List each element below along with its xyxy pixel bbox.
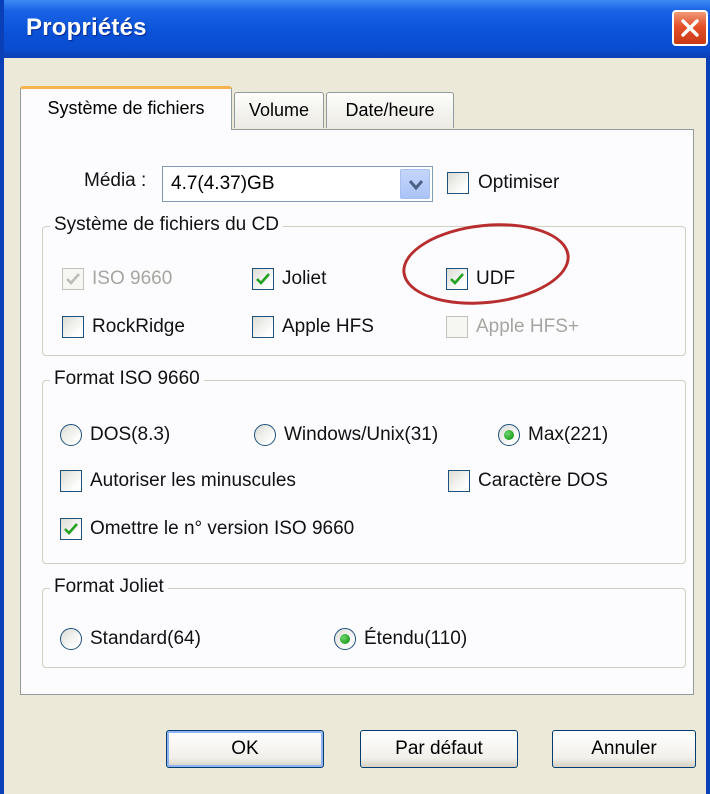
joliet-checkbox[interactable] bbox=[252, 268, 274, 290]
check-icon bbox=[66, 273, 80, 285]
iso9660-label: ISO 9660 bbox=[92, 268, 173, 289]
windows-unix-label: Windows/Unix(31) bbox=[284, 424, 439, 445]
cd-filesystem-title: Système de fichiers du CD bbox=[50, 214, 283, 236]
rockridge-label: RockRidge bbox=[92, 316, 185, 337]
omit-version-checkbox[interactable] bbox=[60, 518, 82, 540]
apple-hfs-label: Apple HFS bbox=[282, 316, 374, 337]
omit-version-label: Omettre le n° version ISO 9660 bbox=[90, 518, 355, 539]
close-icon bbox=[681, 19, 699, 37]
cancel-button[interactable]: Annuler bbox=[552, 730, 696, 768]
dos-chars-checkbox[interactable] bbox=[448, 470, 470, 492]
window-title: Propriétés bbox=[26, 14, 147, 41]
chevron-down-icon bbox=[408, 180, 424, 191]
media-label: Média : bbox=[84, 170, 147, 191]
windows-unix-radio[interactable] bbox=[254, 424, 276, 446]
allow-lowercase-label: Autoriser les minuscules bbox=[90, 470, 296, 491]
dropdown-button[interactable] bbox=[400, 169, 430, 199]
radio-selected-dot bbox=[504, 430, 514, 440]
close-button[interactable] bbox=[672, 10, 708, 46]
default-button[interactable]: Par défaut bbox=[360, 730, 518, 768]
joliet-standard-label: Standard(64) bbox=[90, 628, 201, 649]
apple-hfs-checkbox[interactable] bbox=[252, 316, 274, 338]
joliet-label: Joliet bbox=[282, 268, 327, 289]
iso-format-title: Format ISO 9660 bbox=[50, 368, 204, 390]
check-icon bbox=[256, 273, 270, 285]
dos-radio[interactable] bbox=[60, 424, 82, 446]
properties-dialog: Propriétés Système de fichiers Volume Da… bbox=[0, 0, 710, 794]
media-select[interactable]: 4.7(4.37)GB bbox=[162, 166, 433, 202]
title-bar[interactable]: Propriétés bbox=[4, 0, 710, 58]
joliet-format-title: Format Joliet bbox=[50, 576, 168, 598]
rockridge-checkbox[interactable] bbox=[62, 316, 84, 338]
ok-button[interactable]: OK bbox=[166, 730, 324, 768]
tab-volume[interactable]: Volume bbox=[234, 92, 324, 128]
max-radio[interactable] bbox=[498, 424, 520, 446]
apple-hfs-plus-checkbox[interactable] bbox=[446, 316, 468, 338]
joliet-standard-radio[interactable] bbox=[60, 628, 82, 650]
check-icon bbox=[64, 523, 78, 535]
joliet-extended-label: Étendu(110) bbox=[364, 628, 468, 649]
apple-hfs-plus-label: Apple HFS+ bbox=[476, 316, 579, 337]
tab-file-system[interactable]: Système de fichiers bbox=[20, 86, 232, 130]
optimize-label: Optimiser bbox=[478, 172, 560, 193]
iso9660-checkbox[interactable] bbox=[62, 268, 84, 290]
joliet-extended-radio[interactable] bbox=[334, 628, 356, 650]
dos-chars-label: Caractère DOS bbox=[478, 470, 608, 491]
allow-lowercase-checkbox[interactable] bbox=[60, 470, 82, 492]
media-value: 4.7(4.37)GB bbox=[171, 173, 275, 194]
tab-date-time[interactable]: Date/heure bbox=[326, 92, 454, 128]
radio-selected-dot bbox=[340, 634, 350, 644]
max-label: Max(221) bbox=[528, 424, 609, 445]
dos-label: DOS(8.3) bbox=[90, 424, 171, 445]
optimize-checkbox[interactable] bbox=[447, 172, 469, 194]
